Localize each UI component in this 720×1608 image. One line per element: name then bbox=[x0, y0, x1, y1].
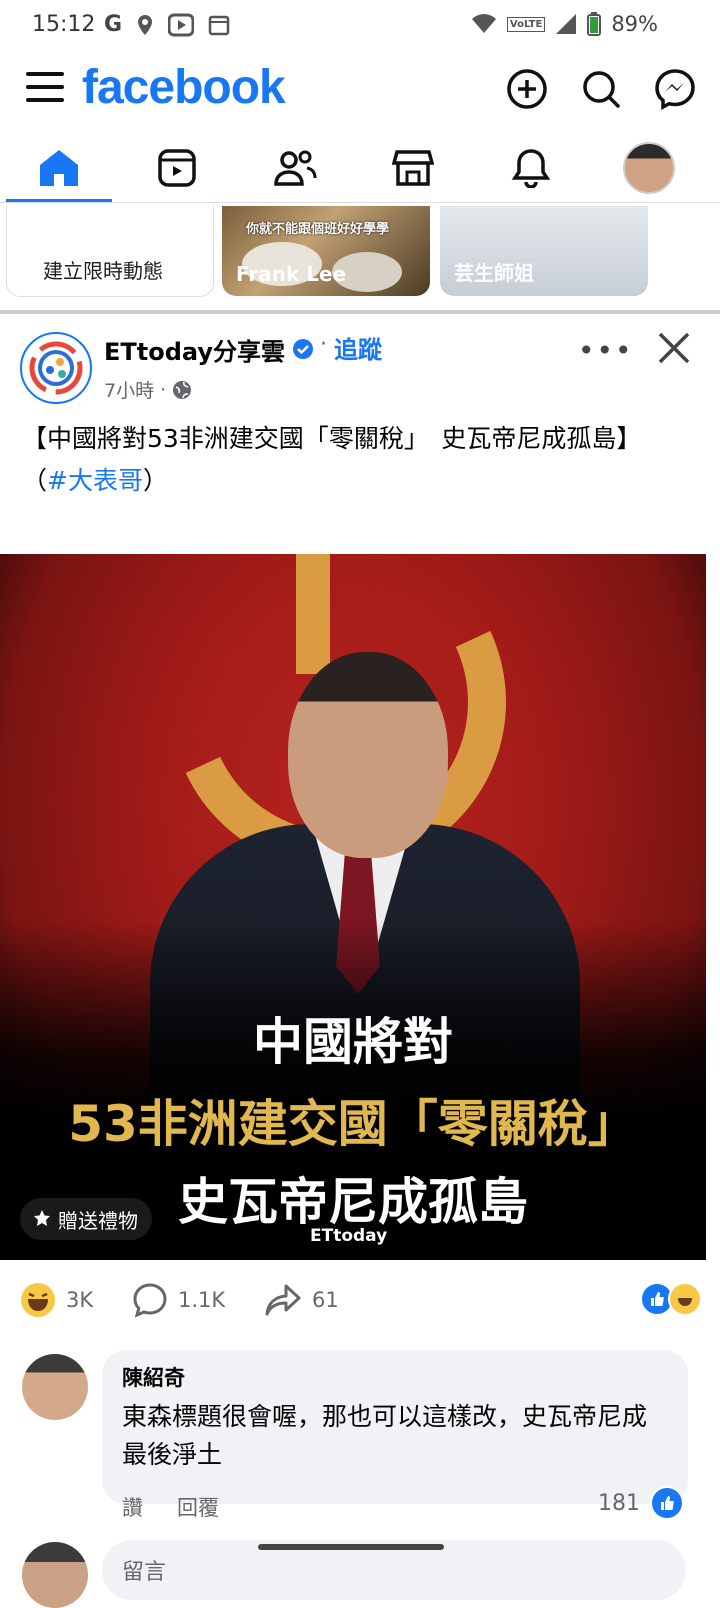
youtube-icon bbox=[168, 13, 195, 36]
hashtag-link[interactable]: #大表哥 bbox=[47, 466, 143, 495]
verified-badge-icon bbox=[293, 339, 313, 359]
create-button[interactable] bbox=[504, 66, 550, 112]
wifi-icon bbox=[471, 14, 496, 33]
comment-actions: 讚 回覆 bbox=[122, 1492, 219, 1522]
video-icon bbox=[158, 149, 196, 187]
tab-video[interactable] bbox=[118, 134, 236, 202]
stories-tray: 建立限時動態 你就不能跟個班好好學學 Frank Lee 芸生師姐 bbox=[0, 206, 720, 302]
post-hashtag-line: （#大表哥） bbox=[22, 460, 682, 502]
calendar-icon bbox=[208, 15, 230, 35]
comment-like-button[interactable]: 讚 bbox=[122, 1492, 143, 1522]
comments-count: 1.1K bbox=[178, 1288, 226, 1312]
page-avatar[interactable] bbox=[20, 332, 92, 404]
notifications-icon bbox=[511, 149, 551, 188]
home-icon bbox=[40, 150, 78, 186]
close-icon[interactable] bbox=[654, 328, 694, 368]
send-gift-label: 贈送禮物 bbox=[58, 1208, 138, 1233]
comment-bubble[interactable]: 陳紹奇 東森標題很會喔，那也可以這樣改，史瓦帝尼成最後淨土 bbox=[102, 1350, 688, 1504]
main-tab-bar bbox=[0, 134, 720, 203]
story-caption: 你就不能跟個班好好學學 bbox=[246, 222, 390, 237]
paren-close: ） bbox=[142, 466, 168, 495]
google-icon: G bbox=[104, 12, 123, 37]
facebook-logo: facebook bbox=[82, 61, 286, 114]
tab-notifications[interactable] bbox=[472, 134, 590, 202]
reactions-count: 3K bbox=[66, 1288, 94, 1312]
react-button[interactable]: 3K bbox=[20, 1282, 93, 1318]
post-header: ETtoday分享雲 · 追蹤 7小時 · ••• bbox=[0, 318, 720, 414]
volte-badge: VoLTE bbox=[506, 16, 546, 32]
tab-profile[interactable] bbox=[590, 134, 708, 202]
status-notification-icons: G bbox=[104, 12, 230, 37]
gift-icon bbox=[34, 1210, 50, 1226]
status-system-icons: VoLTE 89% bbox=[471, 12, 658, 36]
haha-reaction-icon bbox=[668, 1282, 702, 1316]
shares-count: 61 bbox=[312, 1288, 339, 1312]
paren-open: （ bbox=[22, 466, 48, 495]
like-reaction-icon bbox=[650, 1486, 684, 1520]
search-icon bbox=[583, 71, 620, 108]
feed-divider bbox=[0, 310, 720, 314]
profile-avatar bbox=[623, 142, 675, 194]
comment-reply-button[interactable]: 回覆 bbox=[177, 1492, 219, 1522]
story-card[interactable]: 你就不能跟個班好好學學 Frank Lee bbox=[222, 206, 430, 296]
image-headline-1: 中國將對 bbox=[253, 1013, 453, 1071]
app-header: facebook bbox=[0, 56, 720, 128]
share-button[interactable]: 61 bbox=[264, 1282, 339, 1318]
tab-friends[interactable] bbox=[236, 134, 354, 202]
battery-percent: 89% bbox=[611, 12, 658, 36]
post-stats-bar: 3K 1.1K 61 bbox=[0, 1268, 720, 1332]
haha-reaction-icon bbox=[21, 1283, 55, 1317]
globe-icon bbox=[173, 380, 192, 399]
tab-marketplace[interactable] bbox=[354, 134, 472, 202]
post-meta: 7小時 · bbox=[104, 376, 192, 403]
signal-icon bbox=[556, 14, 577, 34]
post-time: 7小時 bbox=[104, 380, 155, 402]
messenger-button[interactable] bbox=[652, 66, 698, 112]
messenger-icon bbox=[655, 69, 695, 110]
share-icon bbox=[265, 1284, 301, 1316]
status-time: 15:12 bbox=[32, 12, 96, 37]
battery-icon bbox=[587, 12, 602, 36]
story-author: 芸生師姐 bbox=[454, 261, 534, 285]
page-name[interactable]: ETtoday分享雲 bbox=[104, 332, 285, 367]
commenter-name[interactable]: 陳紹奇 bbox=[122, 1362, 670, 1392]
create-story-label: 建立限時動態 bbox=[43, 259, 163, 283]
comment-likes-count: 181 bbox=[598, 1490, 640, 1516]
add-icon bbox=[507, 69, 547, 109]
tab-home[interactable] bbox=[0, 134, 118, 202]
comment-input-placeholder: 留言 bbox=[122, 1560, 167, 1585]
image-headline-2: 53非洲建交國「零關稅」 bbox=[68, 1095, 638, 1153]
post-image[interactable]: 中國將對 53非洲建交國「零關稅」 史瓦帝尼成孤島 ETtoday 贈送禮物 bbox=[0, 554, 706, 1260]
reaction-summary[interactable] bbox=[640, 1282, 702, 1316]
status-bar: 15:12 G VoLTE 89% bbox=[0, 0, 720, 52]
comment-text: 東森標題很會喔，那也可以這樣改，史瓦帝尼成最後淨土 bbox=[122, 1402, 648, 1469]
marketplace-icon bbox=[392, 150, 434, 186]
commenter-avatar[interactable] bbox=[22, 1354, 88, 1420]
search-button[interactable] bbox=[578, 66, 624, 112]
meta-separator: · bbox=[160, 378, 167, 401]
menu-icon[interactable] bbox=[26, 72, 64, 106]
friends-icon bbox=[274, 150, 317, 186]
post-headline: 【中國將對53非洲建交國「零關稅」 史瓦帝尼成孤島】 bbox=[22, 424, 642, 453]
share-cloud-logo-icon bbox=[29, 341, 83, 395]
comment-likes[interactable]: 181 bbox=[598, 1486, 684, 1520]
my-avatar bbox=[22, 1542, 88, 1608]
comment-button[interactable]: 1.1K bbox=[132, 1282, 225, 1318]
gesture-home-bar[interactable] bbox=[258, 1544, 444, 1550]
speaker-head bbox=[288, 652, 448, 858]
create-story-card[interactable]: 建立限時動態 bbox=[6, 206, 214, 297]
follow-button[interactable]: 追蹤 bbox=[334, 330, 382, 365]
image-brand-watermark: ETtoday bbox=[310, 1226, 388, 1246]
story-author: Frank Lee bbox=[236, 262, 347, 286]
story-card[interactable]: 芸生師姐 bbox=[440, 206, 648, 296]
send-gift-button[interactable]: 贈送禮物 bbox=[20, 1198, 152, 1240]
location-icon bbox=[138, 14, 153, 35]
post-text: 【中國將對53非洲建交國「零關稅」 史瓦帝尼成孤島】 （#大表哥） bbox=[22, 418, 682, 502]
more-options-icon[interactable]: ••• bbox=[578, 334, 634, 367]
separator-dot: · bbox=[320, 332, 327, 357]
comment-icon bbox=[133, 1283, 167, 1318]
